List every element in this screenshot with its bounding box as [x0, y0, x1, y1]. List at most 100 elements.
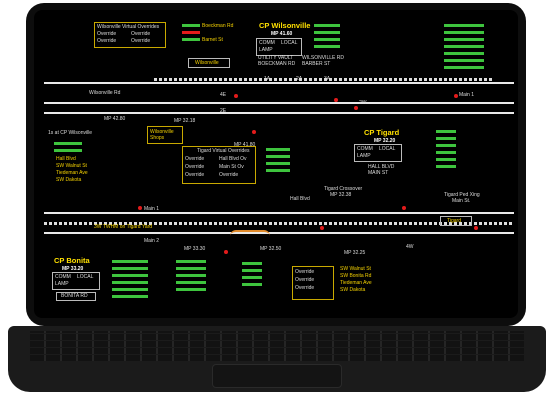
signal-red-icon[interactable]: [354, 106, 358, 110]
boeckman-label: Boeckman Rd: [202, 23, 234, 29]
hall-blvd-left-label: Hall Blvd: [56, 156, 76, 162]
mp-3330-label: MP 33.30: [184, 246, 206, 252]
override-text[interactable]: Override: [185, 164, 204, 170]
wilsonville-status-panel: Boeckman Rd Barnet St: [172, 22, 242, 48]
signal-red-icon[interactable]: [454, 94, 458, 98]
cp-wilsonville-title: CP Wilsonville: [259, 21, 311, 30]
cp-bonita-title: CP Bonita: [54, 256, 90, 265]
tigard-status-panel: [432, 128, 512, 174]
override-text[interactable]: Override: [131, 38, 150, 44]
track-middle-1: [44, 212, 514, 214]
track-main-1: [44, 102, 514, 104]
override-text[interactable]: Override: [185, 172, 204, 178]
laptop: Wilsonville Virtual Overrides Override O…: [0, 0, 554, 397]
tigard-crossover-mp: MP 32.38: [330, 192, 352, 198]
keyboard-key-rows: [30, 331, 524, 361]
local-label[interactable]: LOCAL: [379, 146, 395, 152]
sw-walnut-bottom-label: SW Walnut St: [340, 266, 371, 272]
wilsonville-right-status: [312, 22, 364, 52]
hall-blvd-track-label: Hall Blvd: [290, 196, 310, 202]
wilsonville-station-box[interactable]: Wilsonville: [188, 58, 230, 68]
override-text[interactable]: Override: [219, 172, 238, 178]
lamp-label: LAMP: [259, 47, 273, 53]
track-upper: [44, 82, 514, 84]
main-st-track-label: Main St.: [452, 198, 471, 204]
cp-wilsonville-note: 1s at CP Wilsonville: [48, 130, 93, 136]
bonita-roads-panel: SW Walnut St SW Bonita Rd Tiedeman Ave S…: [336, 264, 416, 308]
dispatch-screen: Wilsonville Virtual Overrides Override O…: [34, 10, 518, 318]
local-label[interactable]: LOCAL: [281, 40, 297, 46]
lamp-label: LAMP: [55, 281, 69, 287]
signal-red-icon[interactable]: [234, 94, 238, 98]
override-text[interactable]: Main St Ov: [219, 164, 244, 170]
mp-3250-label: MP 32.50: [260, 246, 282, 252]
tigard-crossings-panel: [264, 146, 344, 186]
main-1-mid-label: Main 1: [144, 206, 160, 212]
tiedeman-label: Tiedeman Ave: [56, 170, 88, 176]
cp-tigard-title: CP Tigard: [364, 128, 400, 137]
override-text[interactable]: Override: [295, 277, 314, 283]
signal-red-icon[interactable]: [474, 226, 478, 230]
tigard-box-label: Tigard: [447, 218, 461, 224]
track-2a-label: 2A: [296, 76, 303, 82]
bonita-status-panel: [110, 258, 170, 308]
comm-label: COMM: [357, 146, 373, 152]
signal-red-icon[interactable]: [402, 206, 406, 210]
wilsonville-station-label: Wilsonville: [195, 60, 219, 66]
track-3a-label: 3A: [324, 76, 331, 82]
track-middle-2: [44, 232, 514, 234]
track-1a-label: 1A: [264, 76, 271, 82]
boeckman-status-panel: [424, 22, 504, 74]
sw-walnut-label: SW Walnut St: [56, 163, 87, 169]
override-text[interactable]: Override: [295, 269, 314, 275]
local-label[interactable]: LOCAL: [77, 274, 93, 280]
sw-dakota-bottom-label: SW Dakota: [340, 287, 366, 293]
comm-label: COMM: [259, 40, 275, 46]
override-text: Override: [97, 31, 117, 37]
signal-red-icon[interactable]: [252, 130, 256, 134]
main-1-label: Main 1: [459, 92, 475, 98]
signal-4e-label: 4E: [220, 92, 227, 98]
override-text[interactable]: Override: [295, 285, 314, 291]
override-header: Wilsonville Virtual Overrides: [97, 24, 160, 30]
tigard-comm-panel: COMM LOCAL LAMP: [354, 144, 402, 162]
wilsonville-rd-track-label: Wilsonville Rd: [89, 90, 121, 96]
barnet-label: Barnet St: [202, 37, 223, 43]
mp-label: MP 32.18: [174, 118, 196, 124]
curve-track: [230, 230, 270, 242]
signal-red-icon[interactable]: [320, 226, 324, 230]
override-text[interactable]: Override: [131, 31, 150, 37]
signal-2w-label: 2W: [359, 100, 367, 106]
bonita-override-panel: Override Override Override: [292, 266, 334, 300]
track-main-2: [44, 112, 514, 114]
bonita-crossing-panel: [240, 260, 290, 304]
bonita-rd-box: BONITA RD: [56, 292, 96, 301]
bonita-status-panel-2: [174, 258, 234, 308]
barber-st-label: BARBER ST: [302, 61, 331, 67]
cp-wilsonville-mp: MP 41.60: [271, 31, 293, 37]
signal-red-icon[interactable]: [334, 98, 338, 102]
mp-4280-label: MP 42.80: [104, 116, 126, 122]
main-2-label: Main 2: [144, 238, 160, 244]
tigard-override-header: Tigard Virtual Overrides: [197, 148, 250, 154]
sw-dakota-label: SW Dakota: [56, 177, 82, 183]
left-status-panel: Hall Blvd SW Walnut St Tiedeman Ave SW D…: [52, 140, 112, 184]
boeckman-rd-label: BOECKMAN RD: [258, 61, 296, 67]
comm-label: COMM: [55, 274, 71, 280]
override-text: Override: [97, 38, 117, 44]
mp-3225-label: MP 32.25: [344, 250, 366, 256]
trackpad[interactable]: [212, 364, 342, 388]
signal-red-icon[interactable]: [224, 250, 228, 254]
main-st-label: MAIN ST: [368, 170, 389, 176]
override-text[interactable]: Hall Blvd Ov: [219, 156, 247, 162]
sw-bonita-label: SW Bonita Rd: [340, 273, 372, 279]
yard-note-label: 3W TWHM on Tigard Yard: [94, 224, 153, 230]
lamp-label: LAMP: [357, 153, 371, 159]
override-text[interactable]: Override: [185, 156, 204, 162]
signal-red-icon[interactable]: [138, 206, 142, 210]
wilsonville-shops-box[interactable]: Wilsonville Shops: [147, 126, 183, 144]
signal-4w-label: 4W: [406, 244, 414, 250]
tigard-box[interactable]: Tigard: [440, 216, 472, 226]
tiedeman-bottom-label: Tiedeman Ave: [340, 280, 372, 286]
wilsonville-comm-panel: COMM LOCAL LAMP: [256, 38, 302, 56]
